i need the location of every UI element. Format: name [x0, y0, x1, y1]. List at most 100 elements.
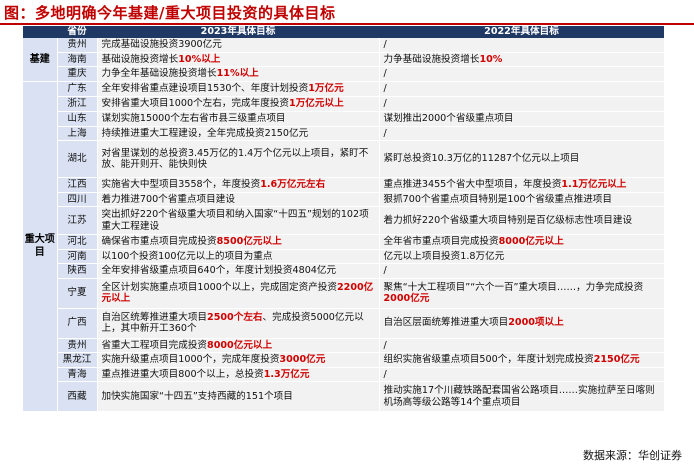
cell-text: 着力抓好220个省级重大项目特别是百亿级标志性项目建设: [383, 214, 633, 226]
cell-text: 安排省重大项目1000个左右，完成年度投资: [101, 97, 290, 109]
cell-text: 紧盯总投资10.3万亿的11287个亿元以上项目: [383, 153, 580, 165]
header-province: 省份: [57, 26, 97, 38]
category-major-projects: 重大项目: [23, 81, 58, 412]
table-row: 四川 着力推进700个省重点项目建设 狠抓700个省重点项目特别是100个省级重点推…: [23, 192, 665, 207]
cell-text: 聚焦“十大工程项目”“六个一百”重大项目……，力争完成投资: [383, 281, 644, 293]
target-2023-cell: 完成基础设施投资3900亿元: [97, 38, 380, 53]
cell-text: 实施升级重点项目1000个，完成年度投资: [101, 354, 280, 365]
province-cell: 海南: [57, 52, 98, 67]
cell-text: 谋划推出2000个省级重点项目: [383, 112, 514, 124]
table-row: 重大项目 广东 全年安排省重点建设项目1530个、年度计划投资1万亿元 /: [23, 81, 665, 412]
target-2022-cell: 聚焦“十大工程项目”“六个一百”重大项目……，力争完成投资2000亿元: [379, 278, 665, 309]
province-cell: 河北: [57, 234, 98, 250]
province-cell: 江西: [57, 177, 98, 193]
category-infrastructure: 基建: [23, 38, 58, 82]
highlight-value: 10%以上: [178, 53, 221, 65]
province-cell: 四川: [57, 192, 98, 207]
table-row: 基建 贵州 完成基础设施投资3900亿元 /: [23, 38, 665, 82]
target-2022-cell: /: [379, 38, 665, 53]
cell-text: 加快实施国家“十四五”支持西藏的151个项目: [101, 390, 293, 402]
cell-text: 确保省市重点项目完成投资: [101, 236, 217, 247]
target-2022-cell: /: [379, 263, 665, 279]
cell-text: 自治区层面统筹推进重大项目: [383, 317, 509, 329]
table-row: 海南 基础设施投资增长10%以上 力争基础设施投资增长10%: [23, 52, 665, 67]
cell-text: 着力推进700个省重点项目建设: [101, 193, 235, 205]
target-2022-cell: 重点推进3455个省大中型项目，年度投资1.1万亿元以上: [379, 177, 665, 193]
target-2022-cell: /: [379, 126, 665, 141]
target-2023-cell: 对省里谋划的总投资3.45万亿的1.4万个亿元以上项目，紧盯不放、能开则开、能快…: [97, 140, 380, 178]
header-2023: 2023年具体目标: [97, 26, 379, 38]
cell-text: 亿元以上项目投资1.8万亿元: [383, 250, 505, 262]
cell-text: /: [383, 82, 387, 94]
target-2023-cell: 省重大工程项目完成投资8000亿元以上: [97, 338, 380, 353]
table-row: 重庆 力争全年基础设施投资增长11%以上 /: [23, 66, 665, 82]
cell-text: 自治区统筹推进重大项目: [101, 311, 208, 323]
province-cell: 山东: [57, 111, 98, 127]
province-cell: 广西: [57, 308, 98, 339]
title-underline: [0, 23, 694, 25]
highlight-value: 1.6万亿元左右: [260, 179, 326, 190]
target-2022-cell: 组织实施省级重点项目500个，年度计划完成投资2150亿元: [379, 352, 665, 368]
target-2023-cell: 安排省重大项目1000个左右，完成年度投资1万亿元以上: [97, 96, 380, 112]
header-category: [23, 26, 57, 38]
table-row: 上海 持续推进重大工程建设，全年完成投资2150亿元 /: [23, 126, 665, 141]
target-2023-cell: 自治区统筹推进重大项目2500个左右、完成投资5000亿元以上，其中新开工360…: [97, 308, 380, 339]
target-2023-cell: 着力推进700个省重点项目建设: [97, 192, 380, 207]
cell-text: 实施省大中型项目3558个，年度投资: [101, 179, 261, 190]
table-row: 河南 以100个投资100亿元以上的项目为重点 亿元以上项目投资1.8万亿元: [23, 249, 665, 264]
target-2022-cell: 推动实施17个川藏铁路配套国省公路项目……实施拉萨至日喀则机场高等级公路等14个…: [379, 381, 665, 412]
province-cell: 河南: [57, 249, 98, 264]
target-2022-cell: /: [379, 367, 665, 382]
target-2022-cell: 全年省市重点项目完成投资8000亿元以上: [379, 234, 665, 250]
cell-text: 重点推进重大项目800个以上，总投资: [101, 368, 264, 380]
highlight-value: 1.3万亿元: [263, 368, 310, 380]
cell-text: 全年省市重点项目完成投资: [383, 236, 499, 247]
province-cell: 上海: [57, 126, 98, 141]
province-cell: 浙江: [57, 96, 98, 112]
target-2022-cell: 着力抓好220个省级重大项目特别是百亿级标志性项目建设: [379, 206, 665, 235]
cell-text: /: [383, 339, 387, 351]
highlight-value: 1万亿元: [308, 82, 344, 94]
target-2022-cell: /: [379, 66, 665, 82]
cell-text: 谋划实施15000个左右省市县三级重点项目: [101, 112, 286, 124]
cell-text: /: [383, 97, 387, 109]
target-2022-cell: 谋划推出2000个省级重点项目: [379, 111, 665, 127]
cell-text: 全区计划实施重点项目1000个以上，完成固定资产投资: [101, 281, 337, 293]
target-2023-cell: 重点推进重大项目800个以上，总投资1.3万亿元: [97, 367, 380, 382]
cell-text: /: [383, 68, 387, 79]
province-cell: 广东: [57, 81, 98, 97]
cell-text: 重点推进3455个省大中型项目，年度投资: [383, 179, 562, 190]
province-cell: 西藏: [57, 381, 98, 412]
table-row: 湖北 对省里谋划的总投资3.45万亿的1.4万个亿元以上项目，紧盯不放、能开则开、…: [23, 140, 665, 178]
target-2022-cell: 狠抓700个省重点项目特别是100个省级重点推进项目: [379, 192, 665, 207]
province-cell: 青海: [57, 367, 98, 382]
province-cell: 陕西: [57, 263, 98, 279]
target-2022-cell: 亿元以上项目投资1.8万亿元: [379, 249, 665, 264]
table-row: 西藏 加快实施国家“十四五”支持西藏的151个项目 推动实施17个川藏铁路配套国省公…: [23, 381, 665, 412]
target-2022-cell: /: [379, 338, 665, 353]
province-cell: 湖北: [57, 140, 98, 178]
cell-text: 省重大工程项目完成投资: [101, 339, 208, 351]
cell-text: 完成基础设施投资3900亿元: [101, 39, 222, 50]
highlight-value: 2500个左右: [207, 311, 263, 323]
cell-text: 推动实施17个川藏铁路配套国省公路项目……实施拉萨至日喀则机场高等级公路等14个…: [383, 385, 655, 408]
highlight-value: 8500亿元以上: [216, 236, 282, 247]
province-cell: 贵州: [57, 38, 98, 53]
target-2023-cell: 全年安排省级重点项目640个，年度计划投资4804亿元: [97, 263, 380, 279]
header-2022: 2022年具体目标: [379, 26, 664, 38]
cell-text: 全年安排省重点建设项目1530个、年度计划投资: [101, 82, 309, 94]
highlight-value: 11%以上: [216, 68, 259, 79]
target-2023-cell: 基础设施投资增长10%以上: [97, 52, 380, 67]
highlight-value: 10%: [479, 53, 503, 65]
target-2023-cell: 持续推进重大工程建设，全年完成投资2150亿元: [97, 126, 380, 141]
cell-text: 全年安排省级重点项目640个，年度计划投资4804亿元: [101, 265, 337, 276]
target-2023-cell: 全年安排省重点建设项目1530个、年度计划投资1万亿元: [97, 81, 380, 97]
cell-text: 持续推进重大工程建设，全年完成投资2150亿元: [101, 127, 309, 139]
table-body: 基建 贵州 完成基础设施投资3900亿元 / 海南 基础设施投资增长10%以上 力争基础设施…: [23, 38, 665, 412]
table-row: 浙江 安排省重大项目1000个左右，完成年度投资1万亿元以上 /: [23, 96, 665, 112]
table-row: 河北 确保省市重点项目完成投资8500亿元以上 全年省市重点项目完成投资8000亿元…: [23, 234, 665, 250]
table-row: 江西 实施省大中型项目3558个，年度投资1.6万亿元左右 重点推进3455个省大中…: [23, 177, 665, 193]
target-2023-cell: 实施省大中型项目3558个，年度投资1.6万亿元左右: [97, 177, 380, 193]
table-row: 广西 自治区统筹推进重大项目2500个左右、完成投资5000亿元以上，其中新开工3…: [23, 308, 665, 339]
province-cell: 黑龙江: [57, 352, 98, 368]
